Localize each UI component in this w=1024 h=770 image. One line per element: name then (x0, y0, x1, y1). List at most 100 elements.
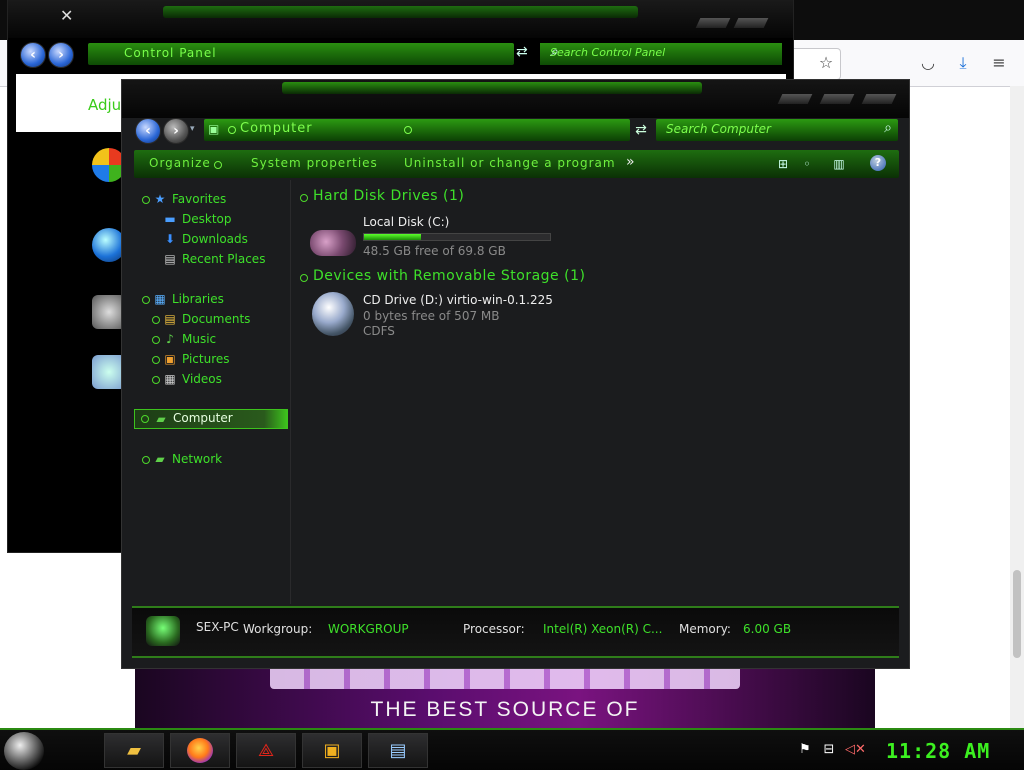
drive-d-filesystem: CDFS (363, 324, 395, 338)
control-panel-icon: ▤ (389, 740, 407, 761)
taskbar-control-panel-button[interactable]: ▤ (368, 733, 428, 768)
forward-button[interactable]: › (163, 118, 189, 144)
group-header-hdd[interactable]: Hard Disk Drives (1) (313, 188, 464, 204)
expand-dot[interactable] (142, 196, 150, 204)
bookmark-star-icon[interactable]: ☆ (815, 52, 837, 74)
cp-address-bar[interactable]: Control Panel (88, 43, 514, 65)
nav-label: Libraries (172, 292, 224, 306)
group-header-removable[interactable]: Devices with Removable Storage (1) (313, 268, 585, 284)
preview-pane-icon[interactable]: ▥ (830, 155, 848, 173)
uninstall-program-button[interactable]: Uninstall or change a program (404, 156, 616, 170)
windows-flag-icon[interactable] (92, 148, 126, 182)
nav-favorites[interactable]: ★ Favorites (142, 190, 282, 210)
taskbar-acrobat-button[interactable]: ⟁ (236, 733, 296, 768)
nav-desktop[interactable]: ▬ Desktop (152, 210, 282, 230)
workgroup-label: Workgroup: (243, 622, 313, 636)
taskbar-clock[interactable]: 11:28 AM (886, 739, 990, 763)
star-icon: ★ (154, 192, 166, 206)
hard-disk-icon[interactable] (310, 230, 356, 256)
nav-videos[interactable]: ▦ Videos (152, 370, 282, 390)
taskbar: ▰ ⟁ ▣ ▤ ⚑ ⊟ ◁✕ 11:28 AM (0, 728, 1024, 770)
pocket-icon[interactable]: ◡ (917, 52, 939, 74)
menu-hamburger-icon[interactable]: ≡ (988, 52, 1010, 74)
content-pane: Hard Disk Drives (1) Local Disk (C:) 48.… (292, 180, 902, 604)
drive-d-name[interactable]: CD Drive (D:) virtio-win-0.1.225 (363, 293, 553, 307)
cp-close-button[interactable] (733, 18, 769, 28)
network-icon: ▰ (155, 452, 165, 466)
explorer-maximize-button[interactable] (819, 94, 855, 104)
virtualization-icon: ▣ (323, 740, 341, 761)
nav-documents[interactable]: ▤ Documents (152, 310, 282, 330)
nav-label: Documents (182, 312, 251, 326)
explorer-close-button[interactable] (861, 94, 897, 104)
group-collapse-dot[interactable] (300, 194, 308, 202)
cp-address-text: Control Panel (124, 46, 217, 60)
explorer-titlebar[interactable] (122, 80, 909, 118)
view-dropdown-icon[interactable]: ◦ (798, 155, 816, 173)
pictures-icon: ▣ (164, 352, 176, 366)
nav-recent-places[interactable]: ▤ Recent Places (152, 250, 282, 270)
cp-titlebar[interactable]: ✕ (8, 0, 793, 38)
back-button[interactable]: ‹ (135, 118, 161, 144)
address-dot (228, 126, 236, 134)
expand-dot[interactable] (142, 296, 150, 304)
taskbar-explorer-button[interactable]: ▰ (104, 733, 164, 768)
cp-search-input[interactable]: Search Control Panel ⌕ (540, 43, 782, 65)
camera-icon[interactable] (92, 295, 126, 329)
expand-dot[interactable] (152, 376, 160, 384)
computer-large-icon (146, 616, 180, 646)
drive-d-free: 0 bytes free of 507 MB (363, 309, 500, 323)
more-commands-button[interactable]: » (626, 154, 635, 170)
nav-downloads[interactable]: ⬇ Downloads (152, 230, 282, 250)
help-icon[interactable]: ? (870, 155, 886, 171)
expand-dot[interactable] (152, 356, 160, 364)
cp-refresh-icon[interactable]: ⇄ (516, 44, 528, 60)
nav-label: Desktop (182, 212, 232, 226)
organize-button[interactable]: Organize (149, 156, 211, 170)
music-icon: ♪ (166, 332, 174, 346)
nav-pictures[interactable]: ▣ Pictures (152, 350, 282, 370)
cp-minimize-button[interactable] (695, 18, 731, 28)
search-icon[interactable]: ⌕ (550, 44, 776, 60)
cp-back-button[interactable]: ‹ (20, 42, 46, 68)
taskbar-firefox-button[interactable] (170, 733, 230, 768)
action-center-flag-icon[interactable]: ⚑ (797, 742, 813, 758)
expand-dot[interactable] (152, 336, 160, 344)
volume-muted-icon[interactable]: ◁✕ (845, 742, 866, 758)
nav-music[interactable]: ♪ Music (152, 330, 282, 350)
nav-label: Downloads (182, 232, 248, 246)
refresh-icon[interactable]: ⇄ (631, 120, 651, 140)
cp-forward-button[interactable]: › (48, 42, 74, 68)
search-input[interactable]: Search Computer ⌕ (656, 119, 898, 141)
drive-c-name[interactable]: Local Disk (C:) (363, 215, 449, 229)
search-placeholder: Search Computer (666, 122, 771, 136)
globe-icon[interactable] (92, 228, 126, 262)
expand-dot[interactable] (141, 415, 149, 423)
nav-computer[interactable]: ▰ Computer (134, 409, 288, 429)
nav-network[interactable]: ▰ Network (142, 450, 282, 470)
browser-scrollbar[interactable] (1010, 86, 1024, 728)
organize-dropdown-icon[interactable] (214, 161, 222, 169)
nav-label: Favorites (172, 192, 227, 206)
recent-pages-chevron-icon[interactable]: ▾ (190, 124, 195, 134)
explorer-minimize-button[interactable] (777, 94, 813, 104)
search-icon[interactable]: ⌕ (884, 120, 892, 136)
cd-drive-icon[interactable] (312, 292, 354, 336)
start-button[interactable] (4, 732, 44, 770)
drive-c-capacity-bar (363, 233, 551, 241)
nav-libraries[interactable]: ▦ Libraries (142, 290, 282, 310)
scrollbar-thumb[interactable] (1013, 570, 1021, 658)
group-collapse-dot[interactable] (300, 274, 308, 282)
media-icon[interactable] (92, 355, 126, 389)
network-tray-icon[interactable]: ⊟ (821, 742, 837, 758)
expand-dot[interactable] (152, 316, 160, 324)
nav-label: Recent Places (182, 252, 266, 266)
pc-name: SEX-PC (196, 620, 239, 634)
address-bar[interactable]: ▣ Computer ▼ (204, 119, 702, 141)
taskbar-vmware-button[interactable]: ▣ (302, 733, 362, 768)
download-icon[interactable]: ⤓ (952, 52, 974, 74)
system-properties-button[interactable]: System properties (251, 156, 378, 170)
view-options-icon[interactable]: ⊞ (774, 155, 792, 173)
expand-dot[interactable] (142, 456, 150, 464)
computer-explorer-window[interactable]: ‹ › ▾ ▣ Computer ▼ ⇄ Search Computer ⌕ O… (122, 80, 909, 668)
